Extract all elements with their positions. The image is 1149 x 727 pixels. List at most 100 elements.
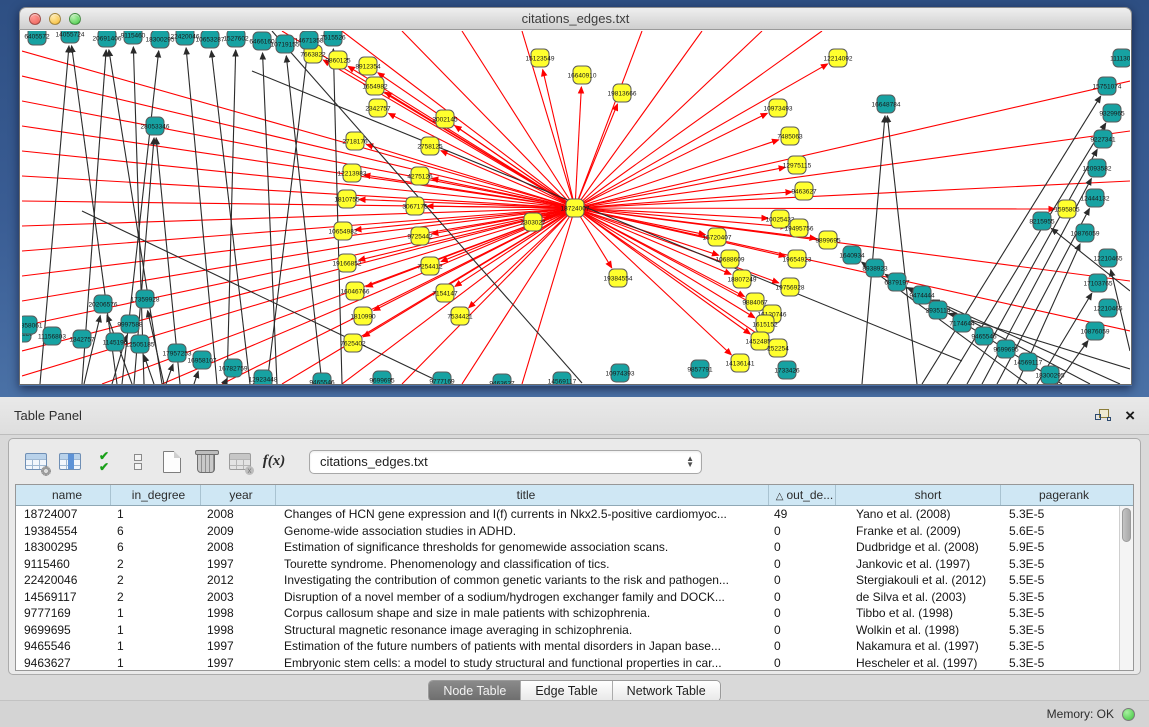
network-canvas[interactable]: 1872400776638229860125891235416549822342…	[19, 30, 1132, 385]
graph-node[interactable]: 1640934	[839, 246, 865, 264]
graph-edge[interactable]	[186, 48, 217, 384]
graph-edge[interactable]	[575, 181, 1130, 208]
table-row[interactable]: 2242004622012Investigating the contribut…	[16, 572, 1133, 589]
graph-node[interactable]: 1595805	[1054, 200, 1080, 218]
graph-edge[interactable]	[575, 131, 1130, 208]
graph-edge[interactable]	[462, 208, 575, 384]
graph-node[interactable]: 7485063	[777, 127, 803, 145]
graph-edge[interactable]	[575, 208, 731, 355]
graph-node[interactable]: 8938923	[862, 259, 888, 277]
graph-node[interactable]: 10974393	[606, 364, 635, 382]
graph-node[interactable]: 2935114	[926, 301, 951, 319]
graph-node[interactable]: 1145194	[103, 333, 128, 351]
graph-node[interactable]: 1527602	[223, 31, 249, 47]
table-row[interactable]: 977716911998Corpus callosum shape and si…	[16, 605, 1133, 622]
graph-node[interactable]: 20691406	[93, 31, 122, 47]
graph-node[interactable]: 8912354	[355, 57, 381, 75]
graph-node[interactable]: 9899695	[815, 231, 841, 249]
graph-node[interactable]: 16958107	[188, 351, 217, 369]
table-row[interactable]: 946362711997Embryonic stem cells: a mode…	[16, 655, 1133, 672]
graph-node[interactable]: 15751074	[1093, 77, 1122, 95]
graph-node[interactable]: 2718176	[342, 132, 368, 150]
graph-node[interactable]: 14569117	[548, 372, 577, 384]
graph-edge[interactable]	[385, 92, 575, 208]
scrollbar-thumb[interactable]	[1122, 508, 1131, 542]
graph-edge[interactable]	[575, 81, 1130, 208]
graph-node[interactable]: 6405572	[24, 31, 50, 45]
table-row[interactable]: 1872400712008Changes of HCN gene express…	[16, 506, 1133, 523]
graph-node[interactable]: 16782759	[219, 359, 248, 377]
graph-node[interactable]: 12505185	[126, 335, 155, 353]
graph-node[interactable]: 14569117	[1014, 353, 1043, 371]
graph-node[interactable]: 2758125	[417, 137, 443, 155]
column-header-name[interactable]: name	[16, 485, 111, 505]
graph-node[interactable]: 12214092	[824, 49, 853, 67]
graph-node[interactable]: 10688609	[716, 250, 745, 268]
column-header-short[interactable]: short	[836, 485, 1001, 505]
graph-node[interactable]: 14136141	[726, 354, 755, 372]
table-vertical-scrollbar[interactable]	[1119, 506, 1133, 670]
float-panel-icon[interactable]	[1095, 409, 1111, 423]
graph-node[interactable]: 10973493	[764, 99, 793, 117]
delete-column-button[interactable]	[189, 447, 223, 477]
graph-node[interactable]: 9465546	[971, 327, 997, 345]
graph-node[interactable]: 2342757	[365, 99, 391, 117]
graph-edge[interactable]	[227, 50, 236, 384]
graph-node[interactable]: 1111304	[1110, 49, 1130, 67]
graph-edge[interactable]	[441, 151, 575, 208]
graph-node[interactable]: 10653287	[196, 31, 225, 48]
graph-node[interactable]: 17359928	[131, 290, 160, 308]
column-header-pagerank[interactable]: pagerank	[1001, 485, 1119, 505]
graph-node[interactable]: 16640910	[568, 66, 597, 84]
graph-node[interactable]: 4275126	[407, 167, 433, 185]
graph-node[interactable]: 17103765	[1084, 274, 1113, 292]
graph-node[interactable]: 9465546	[309, 373, 335, 384]
tab-network-table[interactable]: Network Table	[612, 681, 720, 701]
graph-edge[interactable]	[575, 167, 785, 208]
graph-edge[interactable]	[575, 87, 581, 208]
graph-node[interactable]: 9227341	[1090, 130, 1116, 148]
graph-node[interactable]: 10876059	[1081, 322, 1110, 340]
graph-edge[interactable]	[286, 56, 322, 384]
graph-node[interactable]: 28053346	[141, 117, 170, 135]
table-row[interactable]: 969969511998Structural magnetic resonanc…	[16, 622, 1133, 639]
graph-node[interactable]: 14055724	[56, 31, 85, 43]
graph-edge[interactable]	[22, 208, 575, 276]
graph-edge[interactable]	[342, 208, 575, 384]
graph-edge[interactable]	[455, 208, 575, 286]
close-panel-icon[interactable]: ×	[1125, 409, 1135, 423]
graph-node[interactable]: 7625402	[340, 334, 366, 352]
graph-edge[interactable]	[947, 123, 1106, 384]
graph-node[interactable]: 252254	[767, 339, 789, 357]
graph-edge[interactable]	[194, 371, 198, 384]
graph-node[interactable]: 19813666	[608, 84, 637, 102]
graph-node[interactable]: 12093582	[1083, 159, 1112, 177]
row-height-button[interactable]	[121, 447, 155, 477]
table-row[interactable]: 1456911722003Disruption of a novel membe…	[16, 589, 1133, 606]
graph-node[interactable]: 8215955	[1029, 212, 1055, 230]
tab-edge-table[interactable]: Edge Table	[520, 681, 611, 701]
graph-node[interactable]: 19384554	[604, 269, 633, 287]
graph-node[interactable]: 9777169	[429, 372, 455, 384]
graph-node[interactable]: 12923448	[249, 370, 278, 384]
graph-edge[interactable]	[967, 149, 1097, 384]
graph-edge[interactable]	[575, 113, 767, 208]
graph-edge[interactable]	[575, 192, 792, 208]
table-select-dropdown[interactable]: citations_edges.txt ▲▼	[309, 450, 702, 474]
graph-node[interactable]: 9463627	[489, 374, 515, 384]
column-header-year[interactable]: year	[201, 485, 276, 505]
graph-node[interactable]: 10876059	[1071, 224, 1100, 242]
graph-edge[interactable]	[575, 31, 642, 208]
graph-node[interactable]: 19654923	[783, 250, 812, 268]
function-builder-button[interactable]: f(x)	[257, 447, 291, 477]
graph-edge[interactable]	[575, 31, 702, 208]
table-row[interactable]: 946554611997Estimation of the future num…	[16, 638, 1133, 655]
graph-edge[interactable]	[575, 31, 822, 208]
graph-node[interactable]: 19756928	[776, 278, 805, 296]
graph-edge[interactable]	[162, 208, 575, 384]
graph-node[interactable]: 16648784	[872, 95, 901, 113]
graph-edge[interactable]	[144, 355, 154, 384]
table-row[interactable]: 1938455462009Genome-wide association stu…	[16, 523, 1133, 540]
graph-node[interactable]: 11156803	[38, 327, 66, 345]
graph-node[interactable]: 15123549	[526, 49, 555, 67]
